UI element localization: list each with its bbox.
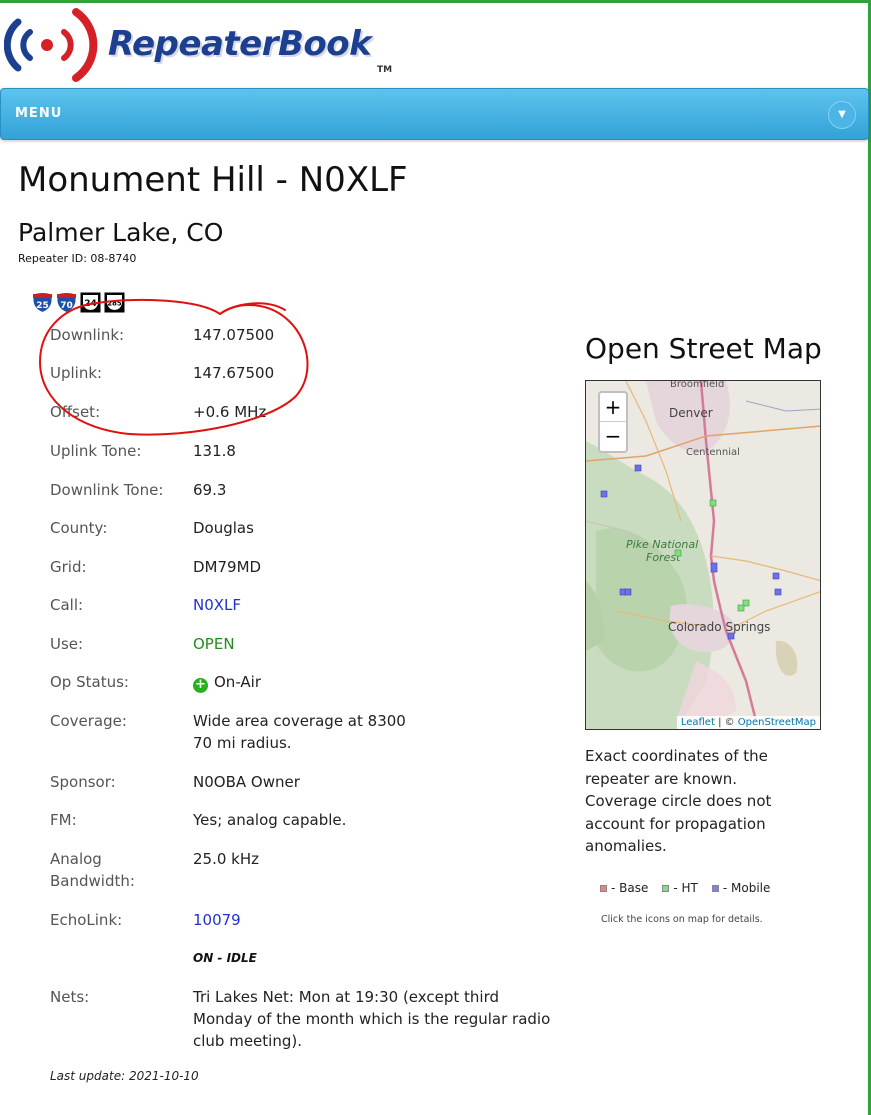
detail-label: County: [50, 519, 108, 537]
detail-label: Call: [50, 596, 84, 614]
detail-label: Sponsor: [50, 773, 116, 791]
radio-waves-icon [3, 8, 98, 82]
legend-base: - Base [600, 881, 648, 895]
detail-label: Uplink Tone: [50, 442, 142, 460]
detail-label: Uplink: [50, 364, 103, 382]
detail-value: 131.8 [193, 442, 236, 460]
detail-label: Downlink: [50, 326, 125, 344]
coverage-line-1: Wide area coverage at 8300 [193, 712, 406, 730]
on-air-icon: + [193, 678, 208, 693]
detail-label: FM: [50, 811, 77, 829]
detail-value: 25.0 kHz [193, 850, 260, 868]
base-marker-icon [600, 885, 607, 892]
chevron-down-icon: ▼ [838, 109, 846, 120]
shield-24-number: 24 [84, 299, 97, 309]
menu-bar[interactable]: MENU ▼ [0, 88, 869, 140]
detail-value: DM79MD [193, 558, 262, 576]
us-285-shield-icon: 285 [104, 292, 125, 313]
detail-label: Nets: [50, 988, 90, 1006]
mobile-marker-icon [711, 885, 719, 892]
shield-25-number: 25 [36, 301, 49, 311]
map-attribution: Leaflet | © OpenStreetMap [676, 716, 820, 729]
map-title: Open Street Map [585, 332, 822, 365]
legend-label: - Mobile [722, 881, 771, 895]
top-border [0, 0, 871, 3]
attribution-separator: | © [714, 717, 738, 728]
brand-name: RepeaterBook [108, 24, 372, 64]
detail-label: Use: [50, 635, 84, 653]
legend-label: - HT [673, 881, 698, 895]
map-note: Exact coordinates of the repeater are kn… [585, 747, 772, 856]
repeaterbook-logo[interactable]: RepeaterBook TM [3, 6, 404, 86]
last-update: Last update: 2021-10-10 [50, 1069, 199, 1083]
zoom-in-button[interactable]: + [600, 393, 626, 422]
highway-shields: 25 70 24 285 [32, 292, 125, 316]
detail-value: Yes; analog capable. [193, 811, 347, 829]
zoom-out-button[interactable]: − [600, 422, 626, 451]
echolink-status: ON - IDLE [193, 951, 257, 965]
coverage-value: Wide area coverage at 8300 70 mi radius. [193, 710, 568, 754]
detail-value: 69.3 [193, 481, 227, 499]
detail-label: Downlink Tone: [50, 481, 164, 499]
ht-marker-icon [662, 885, 670, 892]
detail-label: Offset: [50, 403, 101, 421]
detail-value: 147.07500 [193, 326, 275, 344]
detail-label: EchoLink: [50, 911, 123, 929]
page-title: Monument Hill - N0XLF [18, 160, 408, 200]
use-value: OPEN [193, 635, 235, 653]
menu-toggle-button[interactable]: ▼ [828, 101, 856, 129]
detail-value: 147.67500 [193, 364, 275, 382]
shield-285-number: 285 [107, 300, 122, 308]
op-status-text: On-Air [214, 673, 261, 691]
nets-value: Tri Lakes Net: Mon at 19:30 (except thir… [193, 988, 551, 1050]
map-legend: - Base - HT - Mobile [600, 881, 770, 895]
map-zoom-control: + − [598, 391, 628, 453]
detail-value: +0.6 MHz [193, 403, 267, 421]
trademark: TM [377, 65, 393, 75]
detail-label: Op Status: [50, 673, 129, 691]
shield-70-number: 70 [60, 301, 73, 311]
interstate-70-shield-icon: 70 [56, 292, 77, 313]
legend-ht: - HT [662, 881, 698, 895]
map-label-colorado-springs: Colorado Springs [668, 620, 770, 634]
repeater-location: Palmer Lake, CO [18, 218, 224, 247]
osm-map[interactable]: Broomfield Denver Centennial Pike Nation… [585, 380, 821, 730]
menu-label[interactable]: MENU [15, 106, 62, 121]
op-status-value: + On-Air [193, 671, 568, 693]
openstreetmap-link[interactable]: OpenStreetMap [738, 717, 816, 728]
coverage-line-2: 70 mi radius. [193, 734, 292, 752]
detail-value: N0OBA Owner [193, 773, 300, 791]
legend-mobile: - Mobile [711, 881, 771, 895]
map-label-forest-1: Pike National [626, 538, 698, 551]
map-label-centennial: Centennial [686, 447, 740, 458]
us-24-shield-icon: 24 [80, 292, 101, 313]
map-label-denver: Denver [669, 406, 713, 420]
call-sign-link[interactable]: N0XLF [193, 594, 568, 616]
leaflet-link[interactable]: Leaflet [681, 717, 715, 728]
echolink-link[interactable]: 10079 [193, 909, 568, 931]
map-hint: Click the icons on map for details. [601, 914, 763, 925]
detail-label: Coverage: [50, 712, 127, 730]
repeater-id: Repeater ID: 08-8740 [18, 252, 137, 265]
detail-value: Douglas [193, 519, 254, 537]
detail-label: Analog Bandwidth: [50, 850, 135, 890]
interstate-25-shield-icon: 25 [32, 292, 53, 313]
detail-label: Grid: [50, 558, 87, 576]
map-label-broomfield: Broomfield [670, 381, 724, 390]
legend-label: - Base [611, 881, 649, 895]
